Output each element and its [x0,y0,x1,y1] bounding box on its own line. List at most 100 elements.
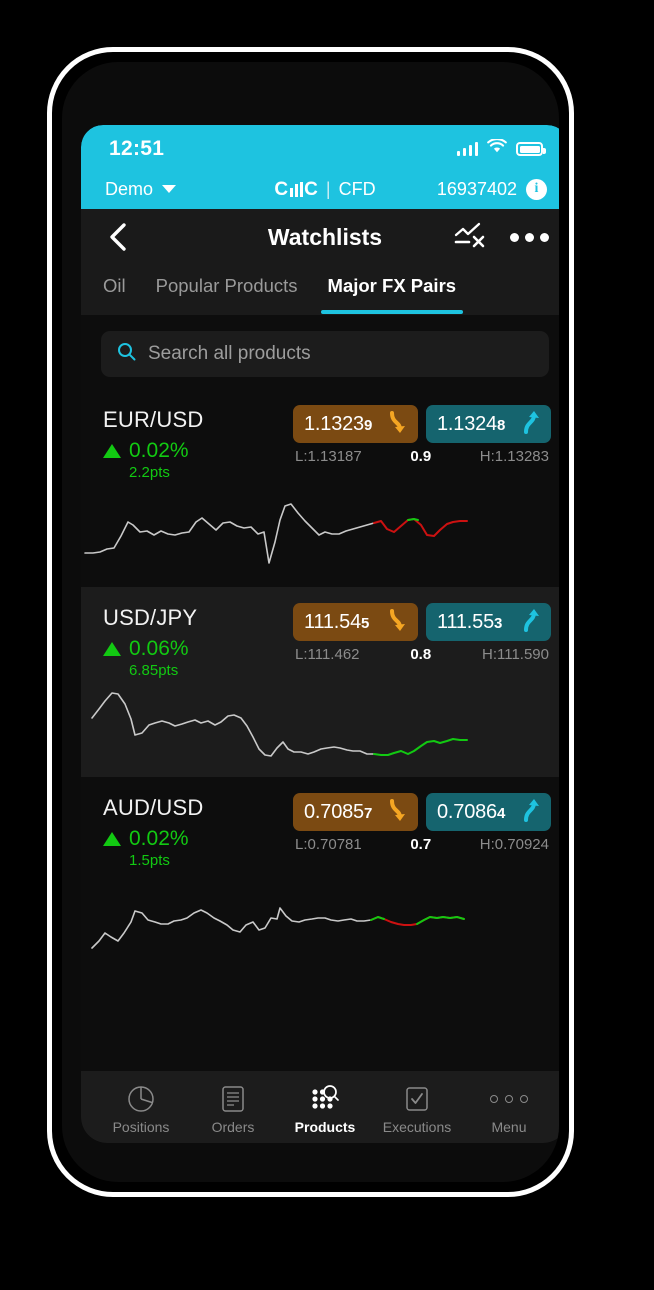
three-circles-icon [490,1084,528,1114]
search-input[interactable]: Search all products [101,331,549,377]
buy-price-last: 8 [496,416,506,434]
arrow-up-curved-icon [520,798,542,827]
product-prices: 0.70857 0.70864 L:0.70781 0.7 H:0.70924 [293,793,551,853]
product-change: 0.02% [103,439,203,463]
wifi-icon [487,138,507,159]
nav-label: Products [294,1118,356,1135]
product-prices: 1.13239 1.13248 L:1.13187 0.9 H:1.13283 [293,405,551,465]
sparkline-chart [91,907,465,949]
sell-button[interactable]: 111.545 [293,603,418,641]
phone-frame: 12:51 Demo C C | CFD 16937402 i Watchlis… [47,47,574,1197]
chart-with-x-icon[interactable] [454,222,488,252]
spread-value: 0.8 [410,646,432,663]
buy-price: 0.70864 [437,801,505,824]
pie-chart-icon [127,1084,155,1114]
sell-button[interactable]: 1.13239 [293,405,418,443]
high-price: H:1.13283 [479,448,549,465]
watchlist-content: Search all products EUR/USD 0.02% 2.2pts [81,315,559,1071]
status-icons [456,138,546,159]
product-card-audusd[interactable]: AUD/USD 0.02% 1.5pts 0.70857 0.70864 L:0… [81,777,559,967]
low-price: L:111.462 [295,646,360,663]
sparkline-chart [91,692,468,757]
change-percent: 0.02% [129,827,189,850]
sell-price-last: 9 [363,416,373,434]
product-prices: 111.545 111.553 L:111.462 0.8 H:111.590 [293,603,551,663]
product-summary: USD/JPY 0.06% 6.85pts 111.545 111.553 L:… [81,597,559,679]
account-mode-selector[interactable]: Demo [105,178,177,200]
price-meta: L:1.13187 0.9 H:1.13283 [293,448,551,465]
sell-price: 1.13239 [304,413,372,436]
change-points: 6.85pts [129,662,179,679]
buy-button[interactable]: 0.70864 [426,793,551,831]
product-change: 0.02% [103,827,203,851]
phone-screen: 12:51 Demo C C | CFD 16937402 i Watchlis… [81,125,559,1143]
change-percent: 0.02% [129,439,189,462]
buy-price: 111.553 [437,611,502,634]
signal-bars-icon [456,142,478,156]
buy-price-last: 3 [494,614,503,632]
sell-price-last: 7 [363,804,373,822]
product-card-usdjpy[interactable]: USD/JPY 0.06% 6.85pts 111.545 111.553 L:… [81,587,559,777]
nav-item-products[interactable]: Products [279,1084,371,1135]
sparkline-chart [84,503,468,564]
status-bar: 12:51 [81,125,559,169]
nav-label: Menu [491,1118,527,1135]
arrow-up-curved-icon [520,608,542,637]
buy-price-main: 0.7086 [437,800,497,823]
change-points: 1.5pts [129,852,170,869]
buy-button[interactable]: 111.553 [426,603,551,641]
arrow-down-curved-icon [387,608,409,637]
product-summary: AUD/USD 0.02% 1.5pts 0.70857 0.70864 L:0… [81,787,559,869]
page-header: Watchlists [81,209,559,265]
bottom-navigation: Positions Orders Products Executions Men… [81,1071,559,1143]
sell-price-main: 1.1323 [304,412,364,435]
buy-price-last: 4 [496,804,506,822]
tab-popular-products[interactable]: Popular Products [156,265,298,314]
triangle-up-icon [103,444,121,458]
high-price: H:0.70924 [479,836,549,853]
cmc-logo-icon: C C [274,178,318,200]
info-icon[interactable]: i [526,178,547,200]
product-identity: USD/JPY 0.06% 6.85pts [103,603,197,679]
checkbox-check-icon [404,1084,430,1114]
account-number: 16937402 [436,178,517,199]
phone-body: 12:51 Demo C C | CFD 16937402 i Watchlis… [62,62,559,1182]
dots-grid-search-icon [310,1084,340,1114]
account-bar: Demo C C | CFD 16937402 i [81,169,559,209]
nav-label: Orders [211,1118,255,1135]
change-points: 2.2pts [129,464,170,481]
arrow-up-curved-icon [520,410,542,439]
brand-product-label: CFD [338,178,376,199]
account-info-group: 16937402 i [436,178,547,200]
back-button[interactable] [101,220,135,254]
nav-item-menu[interactable]: Menu [463,1084,555,1135]
tab-major-fx-pairs[interactable]: Major FX Pairs [320,265,463,314]
price-meta: L:111.462 0.8 H:111.590 [293,646,551,663]
buy-price-main: 111.55 [437,610,495,633]
nav-label: Executions [382,1118,452,1135]
status-time: 12:51 [109,137,165,160]
search-placeholder: Search all products [148,343,311,364]
search-icon [117,342,136,366]
spread-value: 0.9 [410,448,432,465]
more-dots-icon[interactable] [510,227,549,248]
buy-price-main: 1.1324 [437,412,497,435]
arrow-down-curved-icon [387,798,409,827]
low-price: L:1.13187 [295,448,362,465]
nav-label: Positions [112,1118,170,1135]
watchlist-tabs: Oil Popular Products Major FX Pairs [81,265,559,315]
sell-button[interactable]: 0.70857 [293,793,418,831]
nav-item-orders[interactable]: Orders [187,1084,279,1135]
nav-item-executions[interactable]: Executions [371,1084,463,1135]
price-buttons: 111.545 111.553 [293,603,551,641]
sell-price: 0.70857 [304,801,372,824]
change-percent: 0.06% [129,637,189,660]
search-section: Search all products [81,315,559,389]
account-mode-label: Demo [105,178,154,199]
high-price: H:111.590 [482,646,549,663]
tab-oil[interactable]: Oil [103,265,126,314]
nav-item-positions[interactable]: Positions [95,1084,187,1135]
product-card-eurusd[interactable]: EUR/USD 0.02% 2.2pts 1.13239 1.13248 L:1… [81,389,559,587]
price-buttons: 1.13239 1.13248 [293,405,551,443]
buy-button[interactable]: 1.13248 [426,405,551,443]
